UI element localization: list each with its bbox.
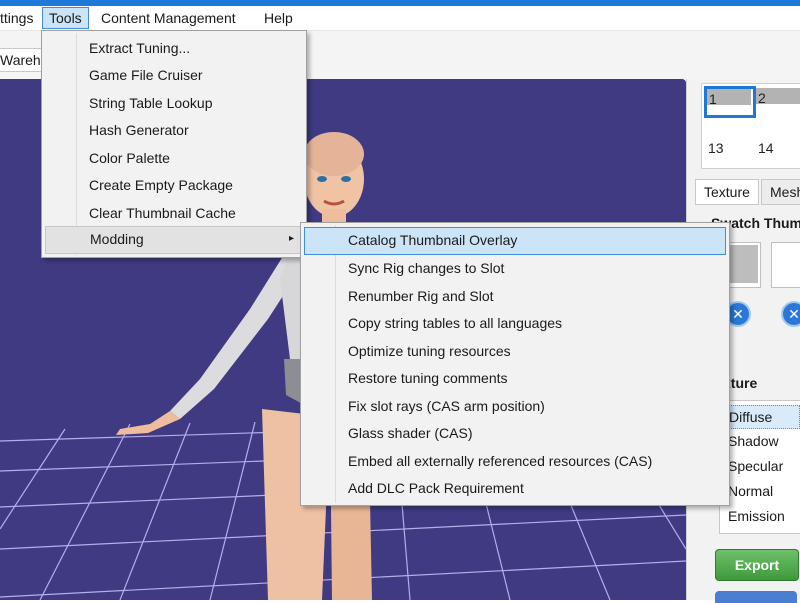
tab-mesh[interactable]: Mesh — [761, 179, 800, 205]
texture-item-diffuse[interactable]: Diffuse — [722, 405, 800, 429]
menu-content-management[interactable]: Content Management — [95, 8, 242, 28]
menu-item-clear-thumbnail-cache[interactable]: Clear Thumbnail Cache — [45, 200, 303, 226]
swatch-thumbnail-grid: 1 2 13 14 — [701, 83, 800, 169]
texture-item-shadow[interactable]: Shadow — [720, 430, 800, 452]
texture-item-specular[interactable]: Specular — [720, 455, 800, 477]
texture-item-normal[interactable]: Normal — [720, 480, 800, 502]
menu-tools[interactable]: Tools — [42, 7, 89, 29]
menu-item-modding-label: Modding — [90, 231, 144, 247]
thumbnail-number: 1 — [709, 91, 717, 107]
menu-item-hash-generator[interactable]: Hash Generator — [45, 117, 303, 143]
texture-item-emission[interactable]: Emission — [720, 505, 800, 527]
menu-settings[interactable]: ttings — [0, 8, 39, 28]
menu-item-optimize-tuning[interactable]: Optimize tuning resources — [304, 338, 726, 364]
menu-item-embed-external-resources[interactable]: Embed all externally referenced resource… — [304, 448, 726, 474]
thumbnail-1[interactable]: 1 — [704, 86, 756, 118]
thumbnail-number: 13 — [708, 140, 724, 156]
menu-item-create-empty-package[interactable]: Create Empty Package — [45, 172, 303, 198]
menu-item-add-dlc-pack-requirement[interactable]: Add DLC Pack Requirement — [304, 475, 726, 501]
menu-item-game-file-cruiser[interactable]: Game File Cruiser — [45, 62, 303, 88]
thumbnail-14[interactable]: 14 — [756, 138, 800, 164]
menu-item-modding[interactable]: Modding ▸ — [45, 226, 303, 254]
menu-help[interactable]: Help — [258, 8, 299, 28]
menu-item-restore-tuning-comments[interactable]: Restore tuning comments — [304, 365, 726, 391]
menu-item-extract-tuning[interactable]: Extract Tuning... — [45, 35, 303, 61]
thumbnail-number: 14 — [758, 140, 774, 156]
menu-item-fix-slot-rays[interactable]: Fix slot rays (CAS arm position) — [304, 393, 726, 419]
menu-item-copy-string-tables[interactable]: Copy string tables to all languages — [304, 310, 726, 336]
remove-swatch-icon[interactable]: ✕ — [781, 301, 800, 327]
export-button[interactable]: Export — [715, 549, 799, 581]
menu-item-color-palette[interactable]: Color Palette — [45, 145, 303, 171]
thumbnail-2[interactable]: 2 — [756, 88, 800, 114]
import-button[interactable] — [715, 591, 797, 603]
menu-bar: ttings Tools Content Management Help — [0, 6, 800, 31]
menu-item-glass-shader[interactable]: Glass shader (CAS) — [304, 420, 726, 446]
menu-item-string-table-lookup[interactable]: String Table Lookup — [45, 90, 303, 116]
thumbnail-13[interactable]: 13 — [706, 138, 752, 164]
swatch-box-2[interactable] — [771, 242, 800, 288]
tools-menu: Extract Tuning... Game File Cruiser Stri… — [41, 30, 307, 258]
tab-texture[interactable]: Texture — [695, 179, 759, 205]
texture-list: Diffuse Shadow Specular Normal Emission — [719, 400, 800, 534]
menu-item-sync-rig-changes[interactable]: Sync Rig changes to Slot — [304, 255, 726, 281]
menu-item-renumber-rig-slot[interactable]: Renumber Rig and Slot — [304, 283, 726, 309]
menu-item-catalog-thumbnail-overlay[interactable]: Catalog Thumbnail Overlay — [304, 227, 726, 255]
submenu-arrow-icon: ▸ — [288, 233, 294, 244]
modding-submenu: Catalog Thumbnail Overlay Sync Rig chang… — [300, 222, 730, 506]
thumbnail-number: 2 — [758, 90, 766, 106]
